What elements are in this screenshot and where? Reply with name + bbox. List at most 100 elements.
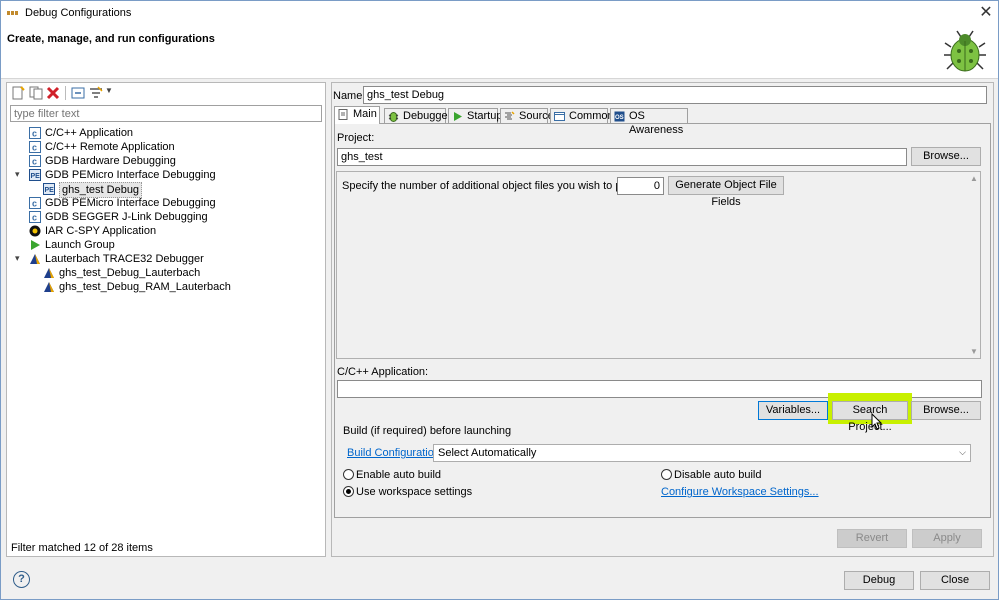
tree-item-label: C/C++ Remote Application bbox=[45, 141, 175, 153]
launch-group-icon bbox=[31, 240, 40, 250]
tab-main[interactable]: Main bbox=[334, 106, 380, 124]
tab-source[interactable]: Source bbox=[500, 108, 554, 123]
tab-startup[interactable]: Startup bbox=[448, 108, 502, 123]
apply-button[interactable]: Apply bbox=[912, 529, 982, 548]
application-label: C/C++ Application: bbox=[337, 366, 429, 378]
debug-button[interactable]: Debug bbox=[844, 571, 914, 590]
tree-item-label: GDB PEMicro Interface Debugging bbox=[45, 197, 216, 209]
tab-common[interactable]: Common bbox=[550, 108, 614, 123]
tree-item-label: C/C++ Application bbox=[45, 127, 134, 139]
revert-button[interactable]: Revert bbox=[837, 529, 907, 548]
build-configuration-value: Select Automatically bbox=[438, 447, 537, 459]
project-browse-button[interactable]: Browse... bbox=[911, 147, 981, 166]
use-workspace-settings-radio[interactable] bbox=[343, 486, 354, 497]
name-field[interactable]: ghs_test Debug bbox=[363, 86, 987, 104]
search-project-button[interactable]: Search Project... bbox=[832, 401, 908, 433]
scroll-down-icon[interactable]: ▼ bbox=[970, 347, 978, 356]
object-files-area: ▲ ▼ bbox=[336, 171, 981, 359]
window-title: Debug Configurations bbox=[25, 7, 132, 19]
tree-item-label: GDB SEGGER J-Link Debugging bbox=[45, 211, 208, 223]
scroll-up-icon[interactable]: ▲ bbox=[970, 174, 978, 183]
name-label: Name: bbox=[333, 90, 366, 102]
configure-workspace-settings-link[interactable]: Configure Workspace Settings... bbox=[661, 486, 819, 498]
debug-configurations-window: Debug Configurations ✕ Create, manage, a… bbox=[0, 0, 999, 600]
enable-auto-build-label: Enable auto build bbox=[356, 469, 442, 481]
debugger-tab-icon bbox=[388, 112, 399, 122]
lauterbach-icon bbox=[44, 282, 54, 292]
startup-tab-icon bbox=[454, 112, 462, 121]
duplicate-config-icon[interactable] bbox=[29, 86, 43, 100]
enable-auto-build-radio[interactable] bbox=[343, 469, 354, 480]
tree-item-label: GDB Hardware Debugging bbox=[45, 155, 176, 167]
delete-config-icon[interactable] bbox=[46, 86, 60, 100]
tree-item-label: ghs_test_Debug_Lauterbach bbox=[59, 267, 201, 279]
tree-item-label: Launch Group bbox=[45, 239, 115, 251]
pemicro-icon: PE bbox=[29, 169, 41, 181]
configuration-tree-panel: ▼ c C/C++ Application c C/C++ Remote App… bbox=[6, 82, 326, 557]
application-browse-button[interactable]: Browse... bbox=[911, 401, 981, 420]
object-files-count-field[interactable]: 0 bbox=[617, 177, 664, 195]
dialog-header: Create, manage, and run configurations bbox=[1, 25, 998, 79]
expand-arrow-icon[interactable]: ▾ bbox=[15, 169, 20, 180]
filter-dropdown-icon[interactable]: ▼ bbox=[105, 86, 113, 95]
close-button[interactable]: Close bbox=[920, 571, 990, 590]
use-workspace-settings-label: Use workspace settings bbox=[356, 486, 473, 498]
tab-common-label: Common bbox=[569, 110, 614, 122]
common-tab-icon bbox=[554, 112, 565, 121]
disable-auto-build-radio[interactable] bbox=[661, 469, 672, 480]
generate-object-file-fields-button[interactable]: Generate Object File Fields bbox=[668, 176, 784, 208]
tree-item-label: ghs_test_Debug_RAM_Lauterbach bbox=[59, 281, 231, 293]
tab-source-label: Source bbox=[519, 110, 554, 122]
expand-arrow-icon[interactable]: ▾ bbox=[15, 253, 20, 264]
header-title: Create, manage, and run configurations bbox=[7, 33, 215, 45]
source-tab-icon bbox=[505, 111, 515, 120]
variables-button[interactable]: Variables... bbox=[758, 401, 828, 420]
disable-auto-build-label: Disable auto build bbox=[674, 469, 762, 481]
toolbar-divider bbox=[65, 86, 66, 100]
tree-item-label: GDB PEMicro Interface Debugging bbox=[45, 169, 216, 181]
main-tab-icon bbox=[338, 109, 348, 120]
build-configuration-link[interactable]: Build Configuration: bbox=[347, 447, 443, 459]
filter-status-text: Filter matched 12 of 28 items bbox=[11, 542, 153, 554]
close-window-icon[interactable]: ✕ bbox=[975, 3, 997, 23]
c-app-icon: c bbox=[29, 197, 41, 209]
filter-icon[interactable] bbox=[89, 86, 103, 100]
new-config-icon[interactable] bbox=[11, 86, 25, 100]
project-label: Project: bbox=[337, 132, 375, 144]
tree-toolbar: ▼ bbox=[7, 83, 325, 103]
tab-os-awareness-label: OS Awareness bbox=[629, 110, 684, 136]
pemicro-icon: PE bbox=[43, 183, 55, 195]
svg-text:c: c bbox=[32, 199, 37, 209]
build-configuration-select[interactable]: Select Automatically ⌵ bbox=[433, 444, 971, 462]
lauterbach-icon bbox=[30, 254, 40, 264]
object-files-label: Specify the number of additional object … bbox=[342, 180, 660, 192]
title-bar: Debug Configurations ✕ bbox=[1, 1, 998, 25]
filter-input[interactable] bbox=[10, 105, 322, 122]
help-icon[interactable]: ? bbox=[13, 571, 30, 588]
debug-config-icon bbox=[7, 11, 18, 15]
svg-text:c: c bbox=[32, 213, 37, 223]
svg-text:c: c bbox=[32, 129, 37, 139]
svg-text:c: c bbox=[32, 143, 37, 153]
tab-startup-label: Startup bbox=[467, 110, 503, 122]
project-field[interactable]: ghs_test bbox=[337, 148, 907, 166]
mouse-cursor-icon bbox=[871, 413, 883, 430]
iar-icon bbox=[29, 225, 41, 237]
c-app-icon: c bbox=[29, 141, 41, 153]
svg-text:PE: PE bbox=[45, 187, 55, 194]
svg-text:OS: OS bbox=[615, 115, 624, 121]
os-awareness-tab-icon: OS bbox=[614, 111, 625, 122]
tab-main-label: Main bbox=[353, 108, 377, 120]
lauterbach-icon bbox=[44, 268, 54, 278]
tab-os-awareness[interactable]: OS OS Awareness bbox=[610, 108, 688, 136]
tab-debugger[interactable]: Debugger bbox=[384, 108, 451, 123]
build-section-label: Build (if required) before launching bbox=[343, 425, 512, 437]
collapse-all-icon[interactable] bbox=[71, 86, 85, 100]
vertical-scrollbar[interactable]: ▲ ▼ bbox=[968, 172, 980, 358]
c-app-icon: c bbox=[29, 155, 41, 167]
tab-debugger-label: Debugger bbox=[403, 110, 452, 122]
tree-item-label: Lauterbach TRACE32 Debugger bbox=[45, 253, 204, 265]
chevron-down-icon: ⌵ bbox=[959, 447, 966, 457]
tree-item-label: IAR C-SPY Application bbox=[45, 225, 157, 237]
bug-icon bbox=[944, 30, 986, 72]
